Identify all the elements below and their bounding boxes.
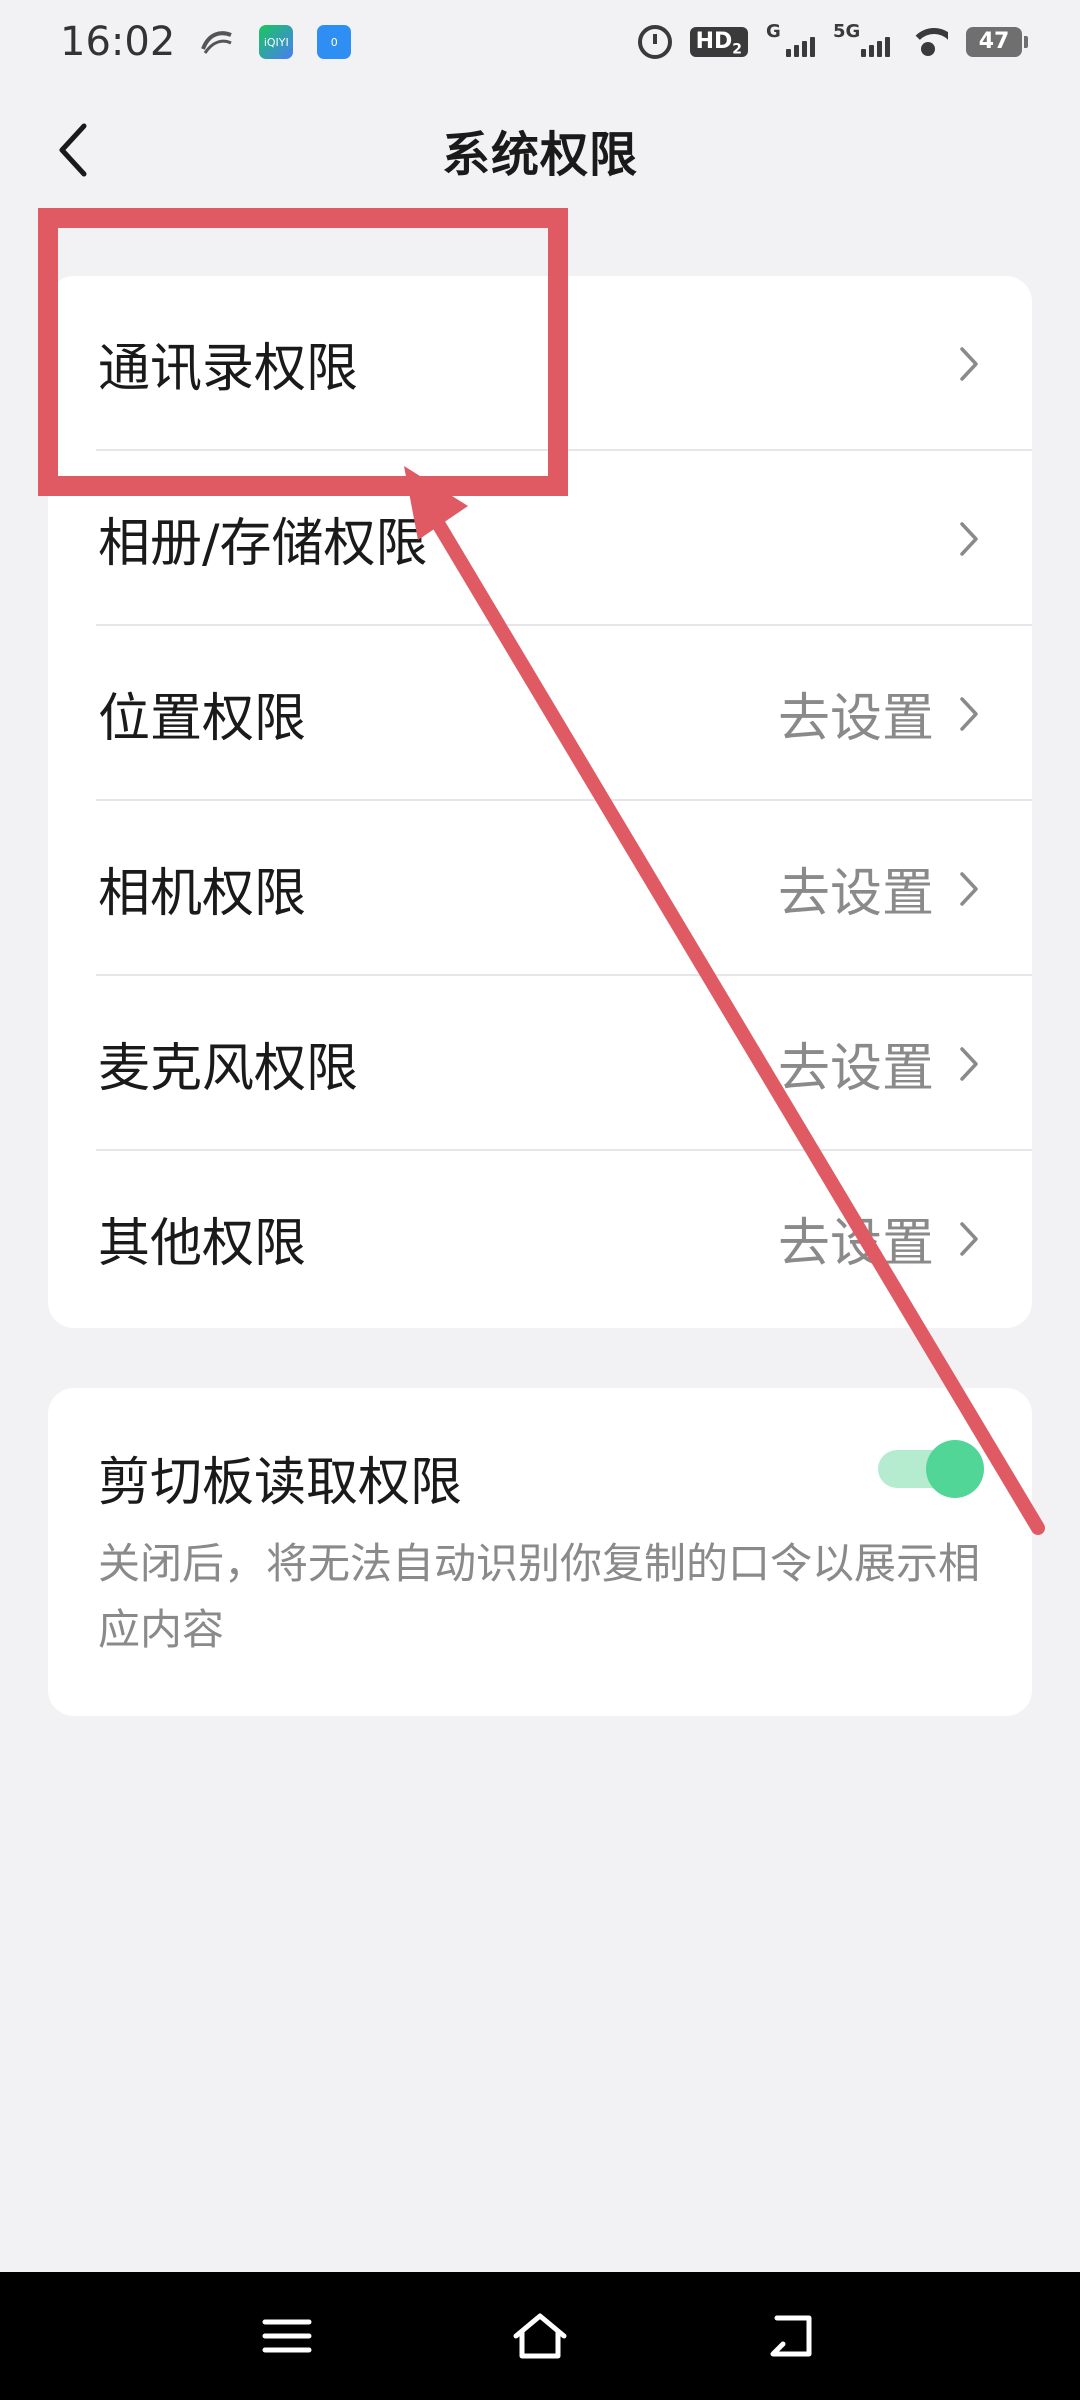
chevron-left-icon bbox=[59, 123, 87, 177]
chevron-right-icon bbox=[960, 696, 978, 731]
permission-row-contacts[interactable]: 通讯录权限 bbox=[48, 276, 1032, 451]
nav-header: 系统权限 bbox=[0, 100, 1080, 200]
chevron-right-icon bbox=[960, 1221, 978, 1256]
chevron-right-icon bbox=[960, 1046, 978, 1081]
wifi-icon bbox=[908, 28, 948, 56]
permission-label: 其他权限 bbox=[98, 1214, 307, 1274]
clipboard-title: 剪切板读取权限 bbox=[98, 1453, 463, 1513]
go-settings-link[interactable]: 去设置 bbox=[778, 676, 934, 751]
battery-icon: 47 bbox=[966, 27, 1028, 57]
permission-row-album-storage[interactable]: 相册/存储权限 bbox=[48, 451, 1032, 626]
permission-label: 位置权限 bbox=[98, 689, 307, 749]
notification-app-icon: 0 bbox=[317, 25, 352, 59]
system-navigation-bar bbox=[0, 2272, 1080, 2400]
go-settings-link[interactable]: 去设置 bbox=[778, 851, 934, 926]
chevron-right-icon bbox=[960, 871, 978, 906]
go-settings-link[interactable]: 去设置 bbox=[778, 1026, 934, 1101]
page-title: 系统权限 bbox=[441, 127, 638, 183]
menu-button[interactable] bbox=[247, 2296, 327, 2376]
home-icon bbox=[513, 2313, 567, 2359]
menu-icon bbox=[262, 2319, 312, 2353]
permission-label: 相机权限 bbox=[98, 864, 307, 924]
signal-5g-icon: 5G bbox=[833, 21, 890, 57]
permission-row-location[interactable]: 位置权限 去设置 bbox=[48, 626, 1032, 801]
chevron-right-icon bbox=[960, 346, 978, 381]
status-bar: 16:02 iQIYI 0 HD2 G 5G 47 bbox=[0, 0, 1080, 84]
permission-row-other[interactable]: 其他权限 去设置 bbox=[48, 1151, 1032, 1326]
permission-label: 相册/存储权限 bbox=[98, 514, 428, 574]
back-nav-button[interactable] bbox=[753, 2296, 833, 2376]
return-icon bbox=[770, 2315, 812, 2357]
go-settings-link[interactable]: 去设置 bbox=[778, 1201, 934, 1276]
alarm-icon bbox=[637, 25, 672, 59]
toggle-knob bbox=[926, 1440, 984, 1498]
clipboard-description: 关闭后，将无法自动识别你复制的口令以展示相应内容 bbox=[98, 1539, 981, 1654]
chevron-right-icon bbox=[960, 521, 978, 556]
permission-label: 通讯录权限 bbox=[98, 339, 359, 399]
clipboard-card: 剪切板读取权限 关闭后，将无法自动识别你复制的口令以展示相应内容 bbox=[48, 1388, 1032, 1716]
iqiyi-app-icon: iQIYI bbox=[259, 25, 294, 59]
permissions-card: 通讯录权限 相册/存储权限 位置权限 去设置 相机权限 去设置 麦克风权限 去设… bbox=[48, 276, 1032, 1328]
clipboard-toggle[interactable] bbox=[878, 1440, 984, 1498]
permission-label: 麦克风权限 bbox=[98, 1039, 359, 1099]
permission-row-microphone[interactable]: 麦克风权限 去设置 bbox=[48, 976, 1032, 1151]
home-button[interactable] bbox=[500, 2296, 580, 2376]
status-time: 16:02 bbox=[60, 19, 176, 65]
link-icon bbox=[199, 27, 235, 57]
hd-icon: HD2 bbox=[689, 27, 748, 57]
permission-row-camera[interactable]: 相机权限 去设置 bbox=[48, 801, 1032, 976]
back-button[interactable] bbox=[44, 120, 104, 180]
signal-strength-icon: G bbox=[766, 21, 815, 57]
